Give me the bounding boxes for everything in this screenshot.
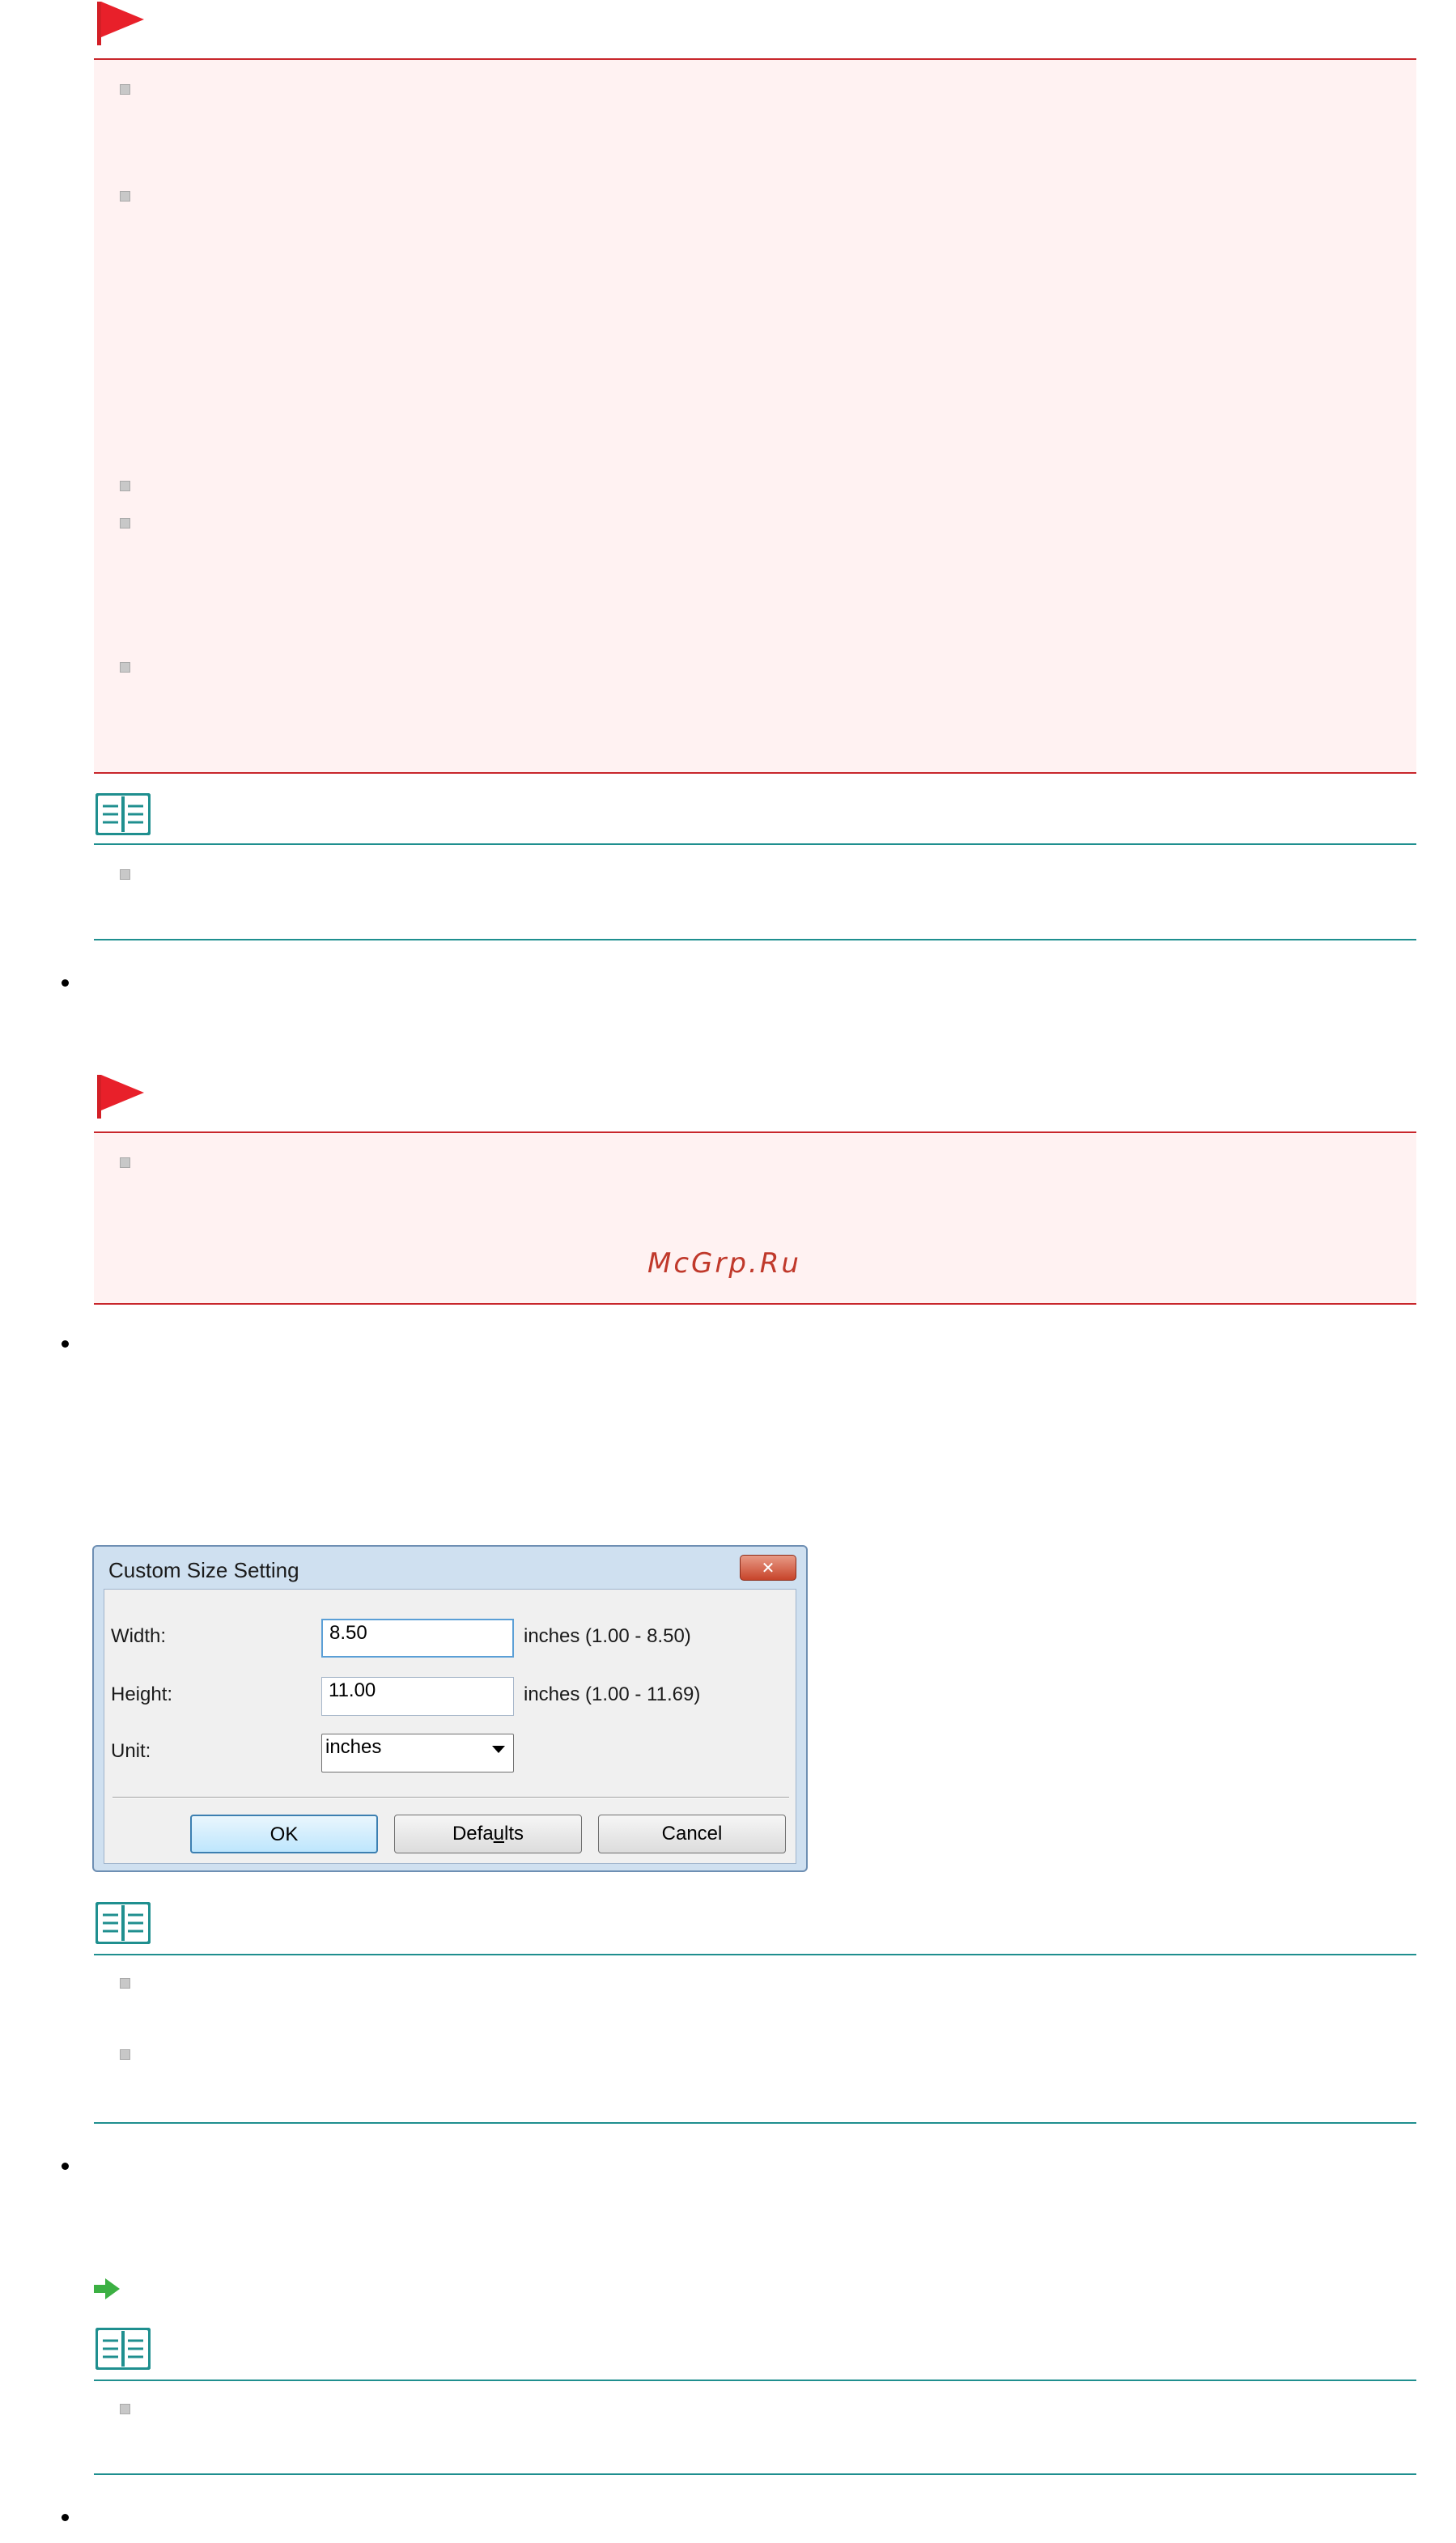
important-box — [94, 58, 1416, 774]
defaults-button[interactable]: Defaults — [394, 1815, 582, 1853]
list-bullet — [120, 191, 130, 202]
list-bullet — [120, 1978, 130, 1989]
defaults-label-post: lts — [504, 1823, 524, 1845]
list-bullet — [120, 518, 130, 529]
green-arrow-icon[interactable] — [94, 2278, 121, 2303]
list-bullet — [120, 481, 130, 491]
note-rule-bottom — [94, 2473, 1416, 2475]
height-field[interactable]: 11.00 — [321, 1677, 514, 1716]
unit-select[interactable]: inches — [321, 1734, 514, 1772]
unit-label: Unit: — [111, 1740, 151, 1762]
list-bullet — [120, 84, 130, 95]
chevron-down-icon — [492, 1746, 505, 1753]
bullet-dot — [62, 2163, 69, 2170]
separator — [112, 1797, 789, 1798]
note-rule-top — [94, 2380, 1416, 2381]
bullet-dot — [62, 2514, 69, 2521]
list-bullet — [120, 2404, 130, 2414]
defaults-label-mnemonic: u — [493, 1823, 505, 1845]
list-bullet — [120, 1157, 130, 1168]
list-bullet — [120, 869, 130, 880]
list-bullet — [120, 662, 130, 673]
dialog-title: Custom Size Setting — [108, 1558, 299, 1582]
note-book-icon — [96, 793, 151, 835]
close-button[interactable]: ✕ — [740, 1555, 796, 1581]
cancel-button[interactable]: Cancel — [598, 1815, 786, 1853]
note-rule-top — [94, 1954, 1416, 1955]
width-range-label: inches (1.00 - 8.50) — [524, 1625, 691, 1647]
watermark: McGrp.Ru — [647, 1247, 801, 1280]
note-book-icon — [96, 2328, 151, 2370]
dialog-body: Width: 8.50 inches (1.00 - 8.50) Height:… — [104, 1589, 796, 1864]
ok-button[interactable]: OK — [190, 1815, 378, 1853]
note-rule-bottom — [94, 2122, 1416, 2124]
height-range-label: inches (1.00 - 11.69) — [524, 1683, 701, 1705]
note-book-icon — [96, 1902, 151, 1944]
unit-select-value: inches — [325, 1736, 382, 1758]
list-bullet — [120, 2049, 130, 2060]
custom-size-setting-dialog: Custom Size Setting ✕ Width: 8.50 inches… — [92, 1545, 808, 1872]
note-rule-top — [94, 843, 1416, 845]
width-field[interactable]: 8.50 — [321, 1619, 514, 1658]
height-label: Height: — [111, 1683, 173, 1705]
width-label: Width: — [111, 1625, 167, 1647]
important-flag-icon — [96, 0, 146, 47]
note-rule-bottom — [94, 939, 1416, 940]
bullet-dot — [62, 1340, 69, 1348]
bullet-dot — [62, 979, 69, 987]
defaults-label-pre: Defa — [452, 1823, 494, 1845]
important-flag-icon — [96, 1073, 146, 1120]
